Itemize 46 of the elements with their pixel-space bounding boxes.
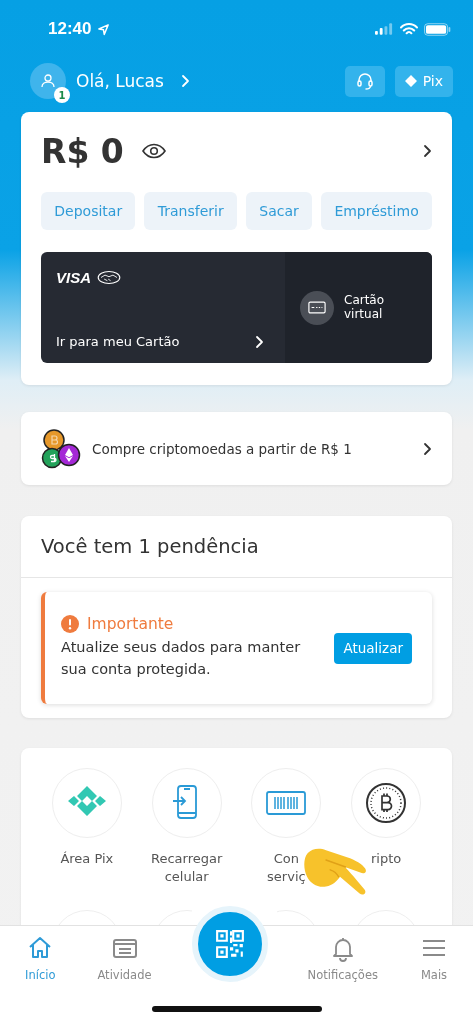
person-icon (40, 73, 56, 89)
pix-diamond-icon (404, 75, 417, 87)
nav-tab[interactable]: Atividade (95, 934, 154, 982)
card-link-text: Ir para meu Cartão (56, 334, 180, 349)
signal-icon (375, 23, 394, 35)
crypto-promo-card[interactable]: Compre criptomoedas a partir de R$ 1 (21, 412, 452, 485)
alert-message: Atualize seus dados para manter sua conta protegida. (61, 638, 302, 679)
greeting: Olá, Lucas (76, 71, 164, 91)
action-button[interactable]: Sacar (246, 192, 313, 230)
shortcut-label: Área Pix (60, 850, 114, 868)
wifi-icon (400, 22, 418, 36)
promo-text: Compre criptomoedas a partir de R$ 1 (92, 440, 352, 457)
profile-link[interactable]: 1 Olá, Lucas (30, 63, 190, 99)
handshake-logo-icon (97, 270, 121, 285)
alert-title: Importante (87, 615, 174, 634)
nav-tab[interactable]: Início (23, 934, 58, 982)
coins-icon (40, 427, 82, 470)
shortcut-label: ripto (371, 850, 402, 868)
warning-icon (61, 615, 79, 634)
balance-amount: R$ 0 (41, 131, 124, 171)
pending-title: Você tem 1 pendência (21, 516, 452, 578)
virtual-card-panel[interactable]: Cartão virtual (285, 252, 432, 363)
support-button[interactable] (344, 65, 385, 97)
shortcut-label: Recarregar celular (150, 850, 223, 887)
chevron-right-icon[interactable] (422, 144, 432, 158)
nav-tab[interactable]: Notificações (305, 934, 380, 982)
update-button[interactable]: Atualizar (334, 632, 412, 664)
action-button[interactable]: Depositar (41, 192, 136, 230)
status-time: 12:40 (48, 19, 92, 39)
pix-button[interactable]: Pix (394, 65, 453, 97)
card-outline-icon (308, 301, 326, 314)
virtual-card-label: Cartão virtual (344, 293, 386, 322)
eye-icon[interactable] (141, 143, 166, 159)
notification-badge: 1 (54, 87, 70, 103)
action-button[interactable]: Empréstimo (321, 192, 432, 230)
qr-code-icon (214, 929, 245, 959)
chevron-right-icon[interactable] (254, 334, 264, 349)
nav-tab[interactable]: Mais (418, 934, 450, 982)
action-button[interactable]: Transferir (144, 192, 237, 230)
card-brand: VISA (56, 269, 91, 286)
credit-card[interactable]: VISA Ir para meu Cartão Cartão virtual (41, 252, 432, 363)
headset-icon (354, 71, 375, 91)
shortcut-label: Con serviç (267, 850, 306, 887)
location-arrow-icon (97, 22, 111, 36)
chevron-right-icon[interactable] (422, 441, 432, 456)
battery-icon (424, 22, 451, 36)
